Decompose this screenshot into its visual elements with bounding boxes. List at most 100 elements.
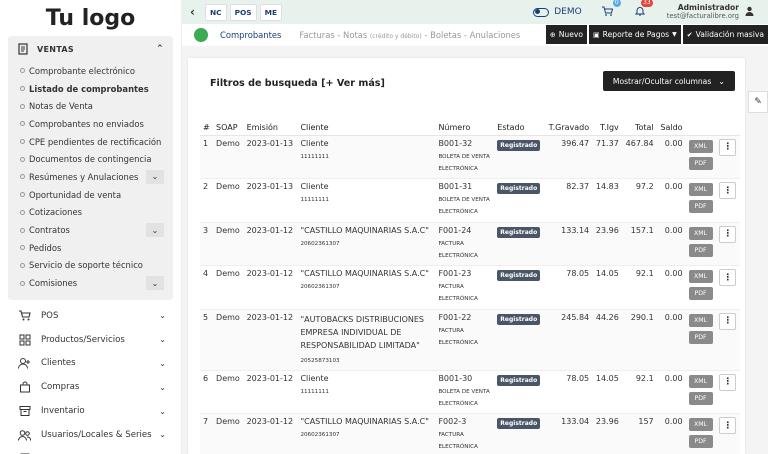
edit-tool-button[interactable]: ✎	[748, 91, 768, 113]
sidebar-subitem[interactable]: Comprobantes no enviados	[8, 115, 173, 133]
pdf-button[interactable]: PDF	[688, 243, 713, 257]
table-row[interactable]: 4 Demo 2023-01-12 "CASTILLO MAQUINARIAS S.A…	[200, 265, 740, 310]
row-saldo: 0.00	[656, 370, 686, 415]
row-igv: 44.26	[592, 309, 622, 371]
row-client: Cliente 11111111	[297, 135, 436, 180]
sidebar-subitem[interactable]: Documentos de contingencia	[8, 150, 173, 168]
sidebar-item[interactable]: POS ⌄	[0, 304, 181, 328]
doc-type: BOLETA DE VENTA ELECTRÓNICA	[438, 151, 491, 175]
pdf-button[interactable]: PDF	[688, 287, 713, 301]
table-row[interactable]: 1 Demo 2023-01-13 Cliente 11111111 B001-32 BOL…	[200, 135, 740, 180]
xml-button[interactable]: XML	[688, 270, 713, 284]
chevron-down-icon[interactable]: ⌄	[146, 169, 164, 184]
table-row[interactable]: 5 Demo 2023-01-12 "AUTOBACKS DISTRIBUCIONES…	[200, 309, 740, 371]
caret-down-icon: ▼	[672, 31, 677, 38]
chevron-down-icon: ⌄	[159, 430, 166, 440]
sidebar-subitem[interactable]: Notas de Venta	[8, 97, 173, 115]
column-header: SOAP	[213, 120, 244, 136]
payment-report-button[interactable]: ▣ Reporte de Pagos ▼	[589, 25, 681, 44]
bullet-icon	[20, 192, 25, 198]
row-menu: ⋮	[716, 309, 740, 371]
pill-nc-button[interactable]: NC	[204, 3, 227, 21]
more-options-icon[interactable]: ⋮	[719, 182, 737, 200]
sidebar-subitem[interactable]: Servicio de soporte técnico	[8, 257, 173, 275]
table-row[interactable]: 3 Demo 2023-01-12 "CASTILLO MAQUINARIAS S.A…	[200, 222, 740, 267]
row-status: Registrado	[494, 309, 545, 371]
xml-button[interactable]: XML	[688, 139, 713, 153]
chevron-down-icon[interactable]: ⌄	[146, 223, 164, 238]
row-client: "CASTILLO MAQUINARIAS S.A.C" 20602361307	[297, 222, 436, 267]
sidebar-item[interactable]: Productos/Servicios ⌄	[0, 328, 181, 352]
mass-validation-button[interactable]: ✔ Validación masiva	[682, 25, 768, 44]
more-options-icon[interactable]: ⋮	[719, 138, 737, 156]
more-options-icon[interactable]: ⋮	[719, 225, 737, 243]
pdf-button[interactable]: PDF	[688, 156, 713, 170]
sidebar-subitem[interactable]: Listado de comprobantes	[8, 80, 173, 98]
sidebar-item[interactable]: Clientes ⌄	[0, 352, 181, 376]
pdf-button[interactable]: PDF	[688, 391, 713, 405]
column-header: Total	[621, 120, 657, 136]
row-menu: ⋮	[716, 222, 740, 267]
sidebar-item-ventas[interactable]: VENTAS ⌃	[8, 36, 173, 62]
sidebar-item[interactable]: Comprobantes avanzados⌄	[0, 447, 181, 454]
xml-button[interactable]: XML	[688, 374, 713, 388]
status-badge: Registrado	[497, 183, 541, 195]
pdf-button[interactable]: PDF	[688, 200, 713, 214]
bullet-icon	[20, 227, 25, 233]
sidebar-subitem[interactable]: Comprobante electrónico	[8, 62, 173, 80]
sidebar-subitem[interactable]: Comisiones ⌄	[8, 274, 173, 292]
row-soap: Demo	[213, 265, 244, 310]
xml-button[interactable]: XML	[688, 226, 713, 240]
dashboard-icon[interactable]	[194, 28, 208, 42]
more-options-icon[interactable]: ⋮	[719, 269, 737, 287]
chevron-down-icon: ⌄	[159, 311, 166, 321]
row-saldo: 0.00	[656, 135, 686, 180]
doc-type-line: ELECTRÓNICA	[438, 209, 478, 216]
row-gravado: 78.05	[544, 265, 593, 310]
demo-toggle[interactable]: DEMO	[533, 7, 582, 17]
row-number-doc: B001-32 BOLETA DE VENTA ELECTRÓNICA	[435, 135, 495, 180]
sidebar-item[interactable]: Usuarios/Locales & Series ⌄	[0, 423, 181, 447]
pill-me-button[interactable]: ME	[259, 3, 282, 21]
toggle-columns-button[interactable]: Mostrar/Ocultar columnas ⌄	[602, 71, 735, 91]
sidebar-subitem[interactable]: Cotizaciones	[8, 204, 173, 222]
doc-type: FACTURA ELECTRÓNICA	[438, 325, 491, 349]
grid-icon	[18, 333, 31, 346]
row-number-doc: F001-23 FACTURA ELECTRÓNICA	[435, 265, 495, 310]
sidebar-subitem[interactable]: CPE pendientes de rectificación	[8, 133, 173, 151]
user-info[interactable]: Administrador test@facturalibre.org	[667, 3, 739, 21]
pill-pos-button[interactable]: POS	[229, 3, 257, 21]
chevron-down-icon[interactable]: ⌄	[146, 276, 164, 291]
table-row[interactable]: 2 Demo 2023-01-13 Cliente 11111111 B001-31 BOL…	[200, 178, 740, 223]
sidebar-item[interactable]: Inventario ⌄	[0, 399, 181, 423]
xml-button[interactable]: XML	[688, 183, 713, 197]
pdf-button[interactable]: PDF	[688, 435, 713, 449]
more-options-icon[interactable]: ⋮	[719, 373, 737, 391]
status-badge: Registrado	[497, 226, 541, 238]
breadcrumb-main[interactable]: Comprobantes	[220, 30, 281, 40]
notifications-button[interactable]: 33	[634, 0, 653, 19]
more-options-icon[interactable]: ⋮	[719, 312, 737, 330]
more-options-icon[interactable]: ⋮	[719, 417, 737, 435]
row-number-doc: F001-24 FACTURA ELECTRÓNICA	[435, 222, 495, 267]
row-soap: Demo	[213, 309, 244, 371]
sidebar-item[interactable]: Compras ⌄	[0, 375, 181, 399]
xml-button[interactable]: XML	[688, 418, 713, 432]
user-avatar-icon[interactable]	[745, 6, 754, 19]
cart-button[interactable]: 0	[601, 0, 621, 19]
sidebar-subitem[interactable]: Resúmenes y Anulaciones ⌄	[8, 168, 173, 186]
back-chevron-icon[interactable]: ‹	[190, 5, 195, 19]
sidebar-subitem[interactable]: Oportunidad de venta	[8, 186, 173, 204]
sidebar-subitem[interactable]: Pedidos	[8, 239, 173, 257]
plus-circle-icon: ⊕	[549, 30, 556, 39]
row-igv: 14.05	[592, 370, 622, 415]
pdf-button[interactable]: PDF	[688, 330, 713, 344]
doc-type: FACTURA ELECTRÓNICA	[438, 281, 491, 305]
table-row[interactable]: 6 Demo 2023-01-12 Cliente 11111111 B001-30 BOL…	[200, 370, 740, 415]
table-row[interactable]: 7 Demo 2023-01-12 "CASTILLO MAQUINARIAS S.A…	[200, 413, 740, 454]
xml-button[interactable]: XML	[688, 313, 713, 327]
filters-title[interactable]: Filtros de busqueda [+ Ver más]	[210, 78, 385, 89]
sidebar-subitem[interactable]: Contratos ⌄	[8, 221, 173, 239]
column-header: Cliente	[297, 120, 436, 136]
new-button[interactable]: ⊕ Nuevo	[545, 25, 588, 44]
